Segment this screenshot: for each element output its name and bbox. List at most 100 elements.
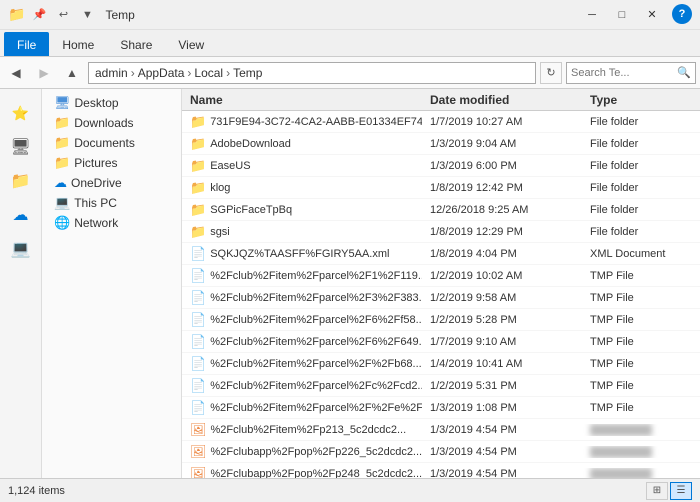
file-name: 📁 731F9E94-3C72-4CA2-AABB-E01334EF7473 [182, 114, 422, 130]
file-modified: 1/3/2019 1:08 PM [422, 402, 582, 414]
nav-pictures[interactable]: 📁 Pictures [42, 153, 181, 173]
window-controls: ─ □ ✕ ? [578, 4, 692, 26]
tab-file[interactable]: File [4, 32, 49, 56]
search-box[interactable]: 🔍 [566, 62, 696, 84]
file-type: File folder [582, 226, 700, 238]
tab-view[interactable]: View [165, 32, 217, 56]
ribbon: File Home Share View [0, 30, 700, 57]
nav-documents[interactable]: 📁 Documents [42, 133, 181, 153]
list-view-button[interactable]: ☰ [670, 482, 692, 500]
breadcrumb-admin[interactable]: admin [95, 66, 128, 80]
file-name: 📁 SGPicFaceTpBq [182, 202, 422, 218]
table-row[interactable]: 📄 %2Fclub%2Fitem%2Fparcel%2F1%2F119... 1… [182, 265, 700, 287]
table-row[interactable]: 📁 EaseUS 1/3/2019 6:00 PM File folder [182, 155, 700, 177]
file-name: 📄 %2Fclub%2Fitem%2Fparcel%2F%2Fb68... [182, 356, 422, 372]
breadcrumb: admin › AppData › Local › Temp [95, 66, 262, 80]
file-modified: 1/3/2019 4:54 PM [422, 424, 582, 436]
nav-thispc[interactable]: 💻 This PC [42, 193, 181, 213]
file-name: 📁 EaseUS [182, 158, 422, 174]
table-row[interactable]: 🖼 %2Fclub%2Fitem%2Fp213_5c2dcdc2... 1/3/… [182, 419, 700, 441]
file-name: 🖼 %2Fclub%2Fitem%2Fp213_5c2dcdc2... [182, 422, 422, 438]
nav-network[interactable]: 🌐 Network [42, 213, 181, 233]
file-type: ████████ [582, 468, 700, 479]
title-text: Temp [105, 8, 134, 22]
sidebar-cloud[interactable]: ☁ [5, 199, 37, 231]
file-modified: 1/8/2019 4:04 PM [422, 248, 582, 260]
help-button[interactable]: ? [672, 4, 692, 24]
sidebar-folder[interactable]: 📁 [5, 165, 37, 197]
table-row[interactable]: 📄 %2Fclub%2Fitem%2Fparcel%2F6%2Ff58... 1… [182, 309, 700, 331]
col-type-header[interactable]: Type [582, 93, 700, 107]
search-icon: 🔍 [677, 66, 691, 79]
table-row[interactable]: 📁 731F9E94-3C72-4CA2-AABB-E01334EF7473 1… [182, 111, 700, 133]
breadcrumb-temp[interactable]: Temp [233, 66, 262, 80]
table-row[interactable]: 📁 klog 1/8/2019 12:42 PM File folder [182, 177, 700, 199]
forward-button[interactable]: ▶ [32, 61, 56, 85]
sidebar: ⭐ 🖥 📁 ☁ 💻 [0, 89, 42, 478]
table-row[interactable]: 🖼 %2Fclubapp%2Fpop%2Fp248_5c2dcdc2... 1/… [182, 463, 700, 478]
refresh-button[interactable]: ↻ [540, 62, 562, 84]
table-row[interactable]: 📄 %2Fclub%2Fitem%2Fparcel%2F%2Fe%2Fe1...… [182, 397, 700, 419]
img-icon: 🖼 [190, 422, 207, 438]
quick-undo[interactable]: ↩ [53, 5, 73, 25]
sidebar-pc[interactable]: 💻 [5, 233, 37, 265]
col-modified-header[interactable]: Date modified [422, 93, 582, 107]
title-bar: 📁 📌 ↩ ▼ Temp ─ □ ✕ ? [0, 0, 700, 30]
maximize-button[interactable]: □ [608, 4, 636, 26]
view-buttons: ⊞ ☰ [646, 482, 692, 500]
quick-pin[interactable]: 📌 [29, 5, 49, 25]
file-type: TMP File [582, 358, 700, 370]
file-modified: 1/2/2019 10:02 AM [422, 270, 582, 282]
sidebar-star[interactable]: ⭐ [5, 97, 37, 129]
blurred-type: ████████ [590, 446, 652, 458]
tab-share[interactable]: Share [107, 32, 165, 56]
nav-onedrive[interactable]: ☁ OneDrive [42, 173, 181, 193]
desktop-icon: 🖥 [54, 95, 71, 111]
breadcrumb-appdata[interactable]: AppData [138, 66, 185, 80]
up-button[interactable]: ▲ [60, 61, 84, 85]
file-modified: 1/3/2019 6:00 PM [422, 160, 582, 172]
back-button[interactable]: ◀ [4, 61, 28, 85]
file-list-header: Name Date modified Type Size [182, 89, 700, 111]
breadcrumb-local[interactable]: Local [194, 66, 223, 80]
search-input[interactable] [571, 67, 675, 79]
table-row[interactable]: 📁 sgsi 1/8/2019 12:29 PM File folder [182, 221, 700, 243]
ribbon-tabs: File Home Share View [0, 30, 700, 56]
file-modified: 1/3/2019 4:54 PM [422, 446, 582, 458]
nav-downloads[interactable]: 📁 Downloads [42, 113, 181, 133]
file-type: TMP File [582, 270, 700, 282]
table-row[interactable]: 📁 SGPicFaceTpBq 12/26/2018 9:25 AM File … [182, 199, 700, 221]
file-name: 🖼 %2Fclubapp%2Fpop%2Fp248_5c2dcdc2... [182, 466, 422, 479]
folder-icon: 📁 [190, 136, 206, 152]
col-name-header[interactable]: Name [182, 93, 422, 107]
file-modified: 1/4/2019 10:41 AM [422, 358, 582, 370]
nav-desktop[interactable]: 🖥 Desktop [42, 93, 181, 113]
address-bar[interactable]: admin › AppData › Local › Temp [88, 62, 536, 84]
folder-icon: 📁 [190, 158, 206, 174]
onedrive-icon: ☁ [54, 175, 67, 191]
tab-home[interactable]: Home [49, 32, 107, 56]
sidebar-desktop[interactable]: 🖥 [5, 131, 37, 163]
network-icon: 🌐 [54, 215, 70, 231]
nav-panel: 🖥 Desktop 📁 Downloads 📁 Documents 📁 Pict… [42, 89, 182, 478]
minimize-button[interactable]: ─ [578, 4, 606, 26]
address-row: ◀ ▶ ▲ admin › AppData › Local › Temp ↻ 🔍 [0, 57, 700, 89]
img-icon: 🖼 [190, 444, 207, 460]
table-row[interactable]: 🖼 %2Fclubapp%2Fpop%2Fp226_5c2dcdc2... 1/… [182, 441, 700, 463]
close-button[interactable]: ✕ [638, 4, 666, 26]
file-modified: 1/2/2019 5:31 PM [422, 380, 582, 392]
file-modified: 1/8/2019 12:29 PM [422, 226, 582, 238]
grid-view-button[interactable]: ⊞ [646, 482, 668, 500]
downloads-icon: 📁 [54, 115, 70, 131]
table-row[interactable]: 📄 %2Fclub%2Fitem%2Fparcel%2F6%2F649... 1… [182, 331, 700, 353]
main-area: ⭐ 🖥 📁 ☁ 💻 🖥 Desktop 📁 Downloads 📁 Docume… [0, 89, 700, 478]
tmp-icon: 📄 [190, 312, 206, 328]
file-type: File folder [582, 182, 700, 194]
table-row[interactable]: 📄 %2Fclub%2Fitem%2Fparcel%2F3%2F383... 1… [182, 287, 700, 309]
table-row[interactable]: 📁 AdobeDownload 1/3/2019 9:04 AM File fo… [182, 133, 700, 155]
table-row[interactable]: 📄 SQKJQZ%TAASFF%FGIRY5AA.xml 1/8/2019 4:… [182, 243, 700, 265]
table-row[interactable]: 📄 %2Fclub%2Fitem%2Fparcel%2F%2Fb68... 1/… [182, 353, 700, 375]
table-row[interactable]: 📄 %2Fclub%2Fitem%2Fparcel%2Fc%2Fcd2... 1… [182, 375, 700, 397]
quick-down[interactable]: ▼ [77, 5, 97, 25]
file-type: TMP File [582, 314, 700, 326]
